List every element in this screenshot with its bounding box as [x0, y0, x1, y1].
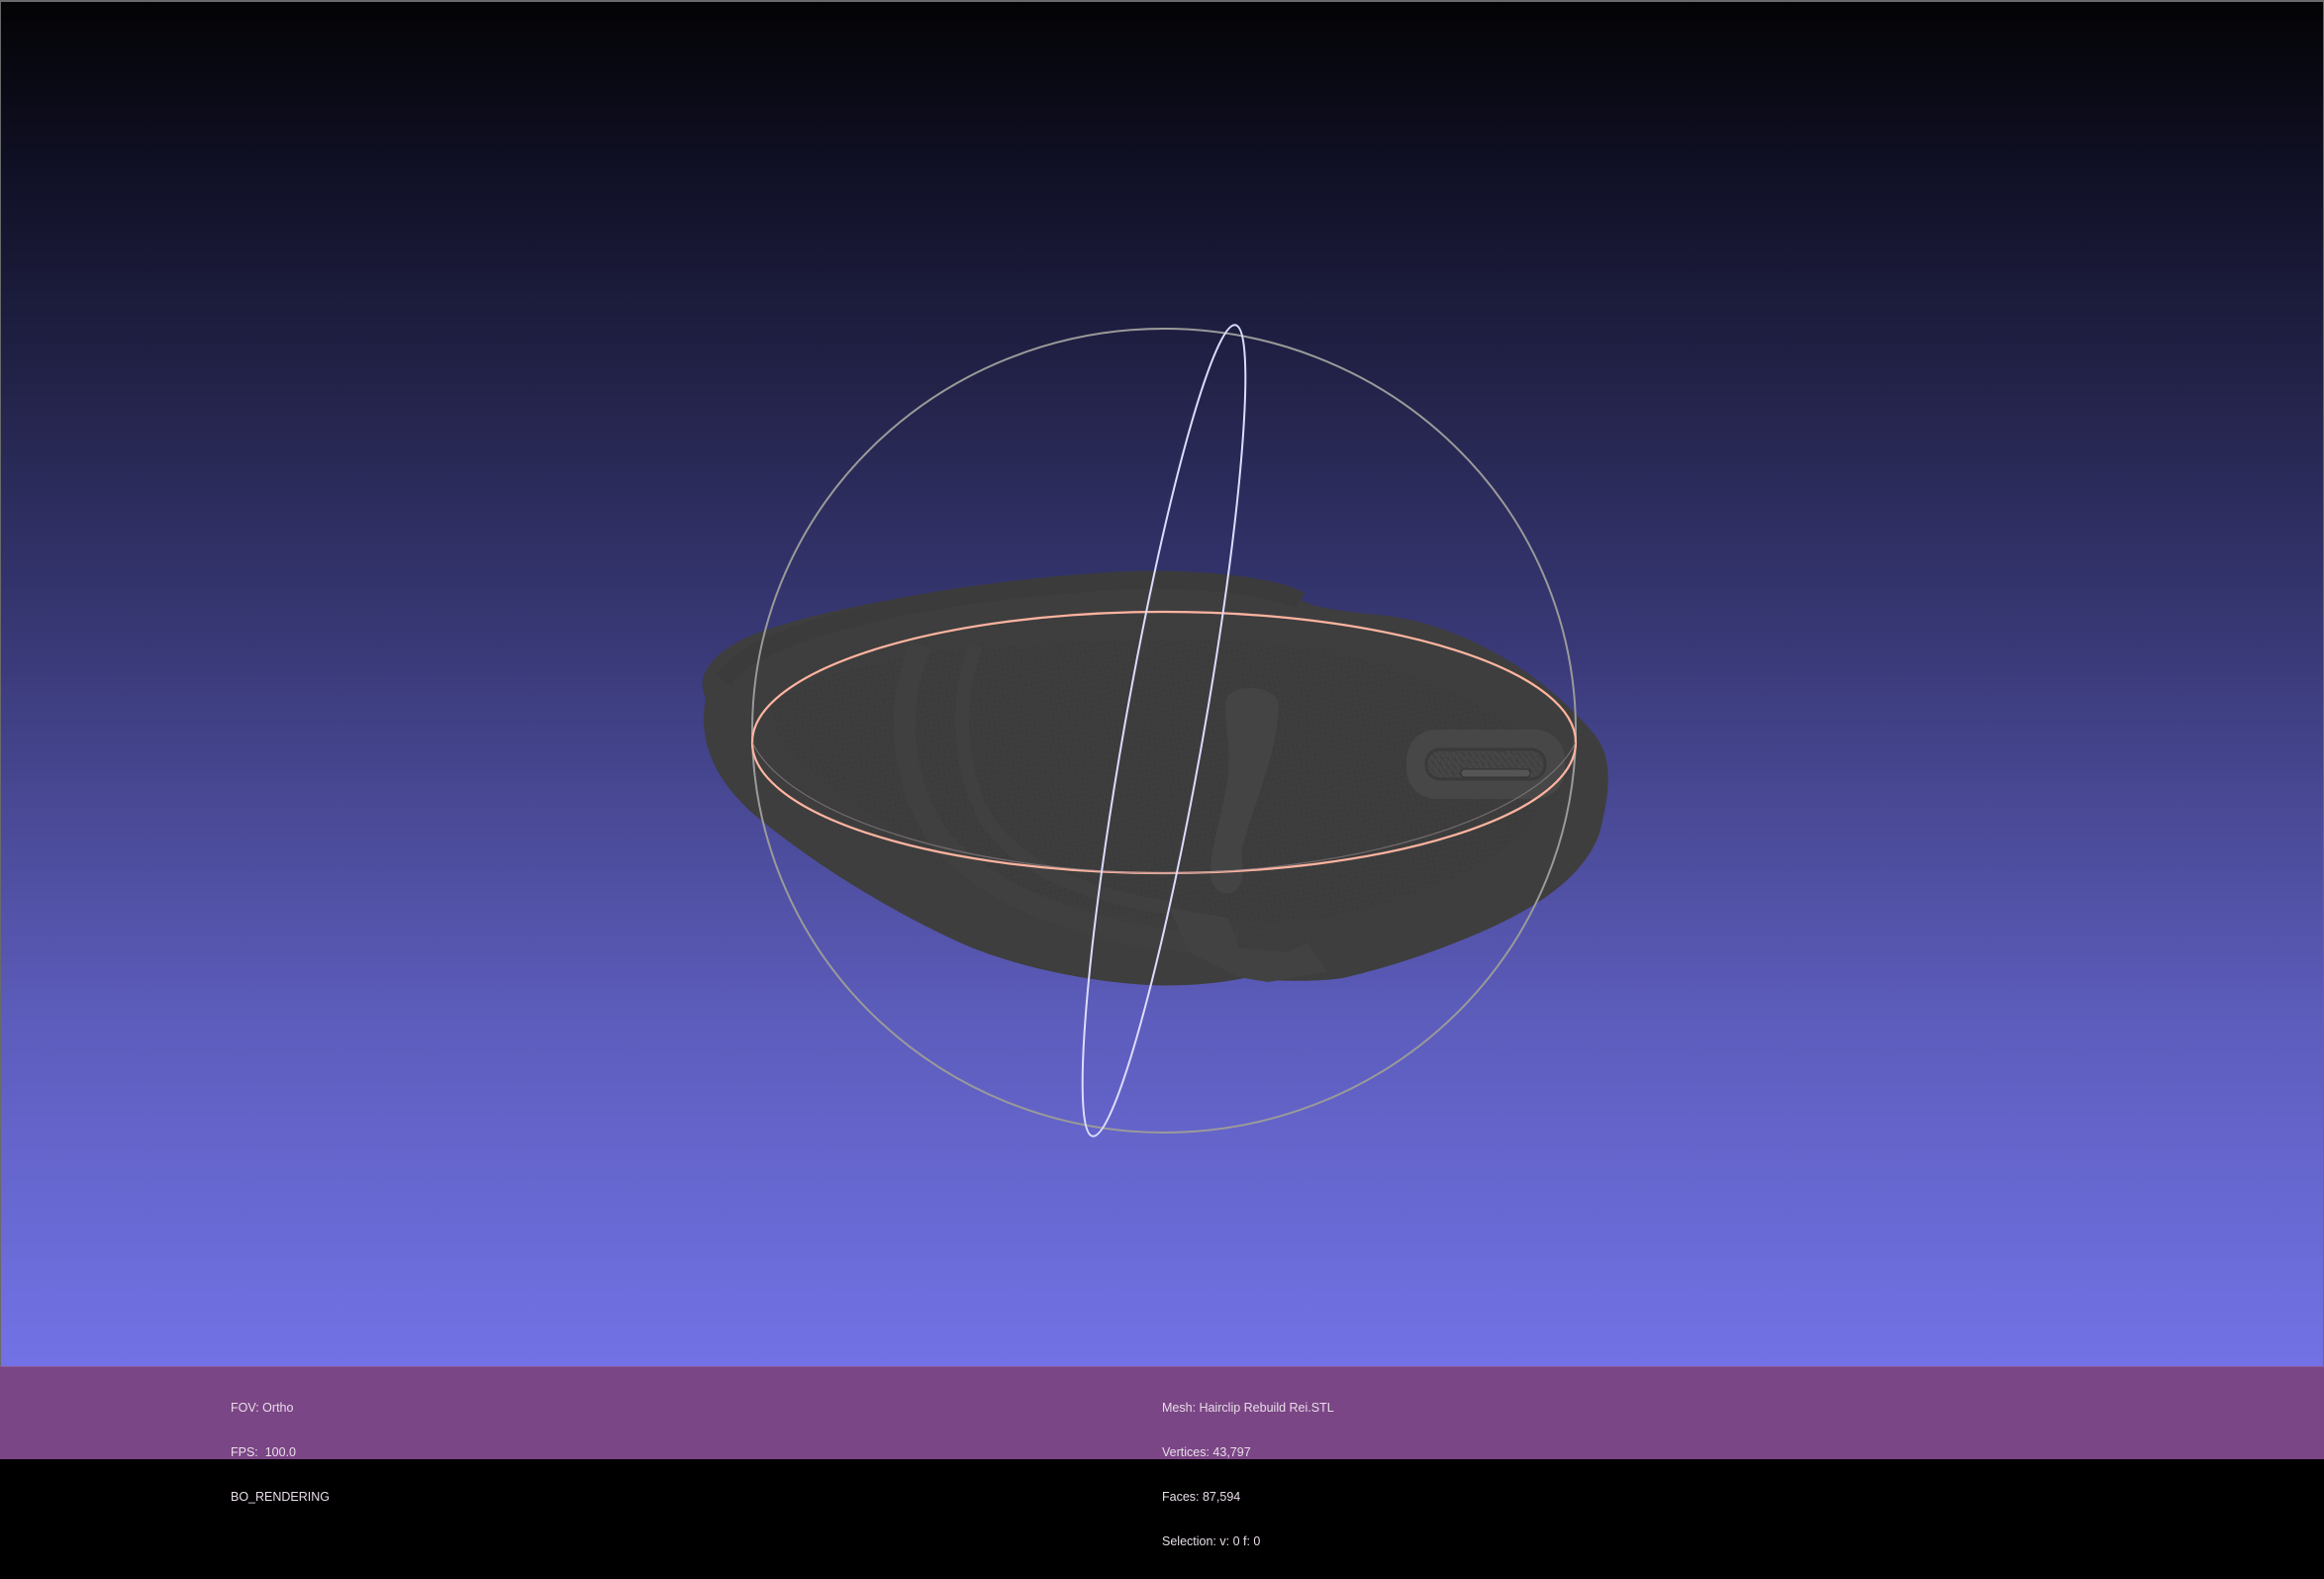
vertices-label: Vertices: 43,797	[1162, 1445, 1251, 1459]
mesh-name-label: Mesh: Hairclip Rebuild Rei.STL	[1162, 1401, 1334, 1415]
info-bar: FOV: Ortho FPS: 100.0 BO_RENDERING Mesh:…	[0, 1366, 2324, 1548]
faces-label: Faces: 87,594	[1162, 1490, 1241, 1504]
mesh-info: Mesh: Hairclip Rebuild Rei.STL Vertices:…	[1162, 1371, 1334, 1579]
render-info: FOV: Ortho FPS: 100.0 BO_RENDERING	[231, 1371, 330, 1534]
3d-scene[interactable]	[1, 2, 2323, 1366]
fps-label: FPS: 100.0	[231, 1445, 297, 1459]
fov-label: FOV: Ortho	[231, 1401, 294, 1415]
3d-viewport[interactable]	[0, 0, 2324, 1366]
mesh-hairclip[interactable]	[702, 570, 1608, 986]
mesh-right-slot	[1406, 730, 1565, 799]
selection-label: Selection: v: 0 f: 0	[1162, 1534, 1261, 1548]
rendering-mode-label: BO_RENDERING	[231, 1490, 331, 1504]
